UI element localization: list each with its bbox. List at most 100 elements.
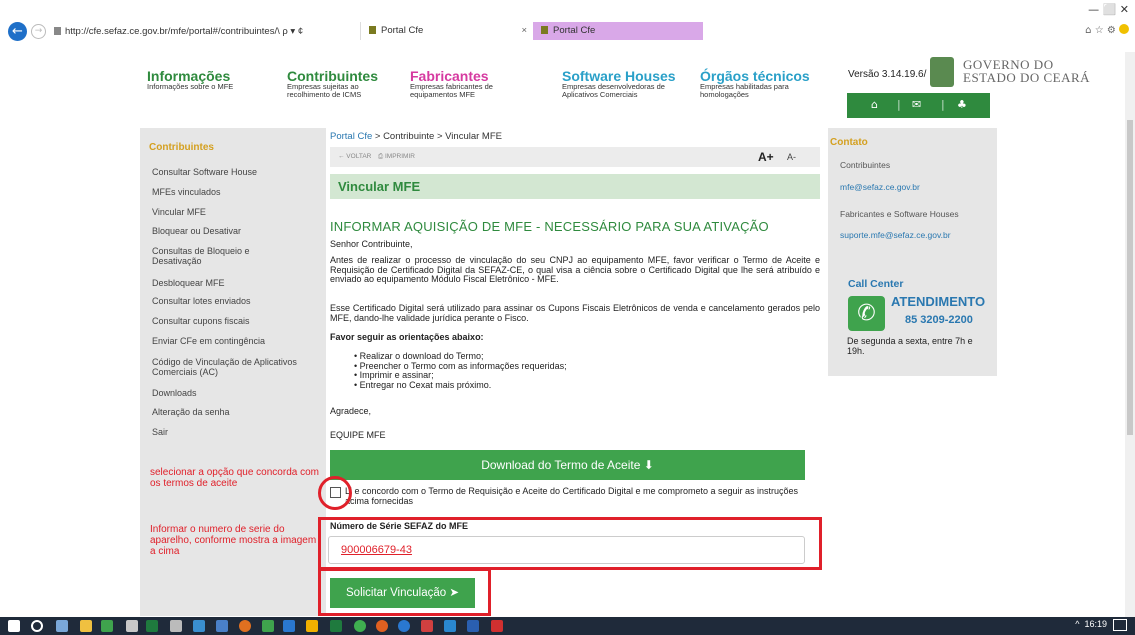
calculator-icon[interactable] [126,620,138,632]
taskview-icon[interactable] [56,620,68,632]
sidebar-item-consultar-cupons[interactable]: Consultar cupons fiscais [152,316,322,326]
thanks-text: Agradece, [330,406,372,416]
forward-arrow-icon[interactable]: → [31,24,46,39]
app-icon[interactable] [398,620,410,632]
pdf-icon[interactable] [491,620,503,632]
mail-icon[interactable]: ✉ [912,98,921,111]
skype-icon[interactable] [444,620,456,632]
tab-close-icon[interactable]: × [521,22,527,40]
nav-subtitle: Empresas sujeitas ao recolhimento de ICM… [287,82,362,99]
nav-fabricantes[interactable]: Fabricantes Empresas fabricantes de equip… [410,69,520,99]
sidebar-item-enviar-cfe-contingencia[interactable]: Enviar CFe em contingência [152,336,322,346]
app-icon[interactable] [262,620,274,632]
font-increase-button[interactable]: A+ [758,150,774,164]
sidebar-item-desbloquear[interactable]: Desbloquear MFE [152,278,322,288]
address-bar[interactable]: http://cfe.sefaz.ce.gov.br/mfe/portal#/c… [50,23,360,40]
annotation-accept-terms: selecionar a opção que concorda com os t… [150,467,319,489]
breadcrumb-portal-link[interactable]: Portal Cfe [330,131,372,142]
app-icon[interactable] [306,620,318,632]
nav-title: Fabricantes [410,68,489,84]
browser-tools[interactable]: ⌂ ☆ ⚙ [1069,24,1129,38]
contribuintes-label: Contribuintes [840,160,891,170]
cortana-search-icon[interactable] [31,620,43,632]
explorer-icon[interactable] [80,620,92,632]
ie-icon[interactable] [283,620,295,632]
feedback-smiley-icon[interactable] [1119,24,1129,34]
notification-icon[interactable] [1113,619,1127,631]
nav-orgaos-tecnicos[interactable]: Órgãos técnicos Empresas habilitadas para… [700,69,820,99]
nav-title: Informações [147,68,231,84]
whatsapp-icon[interactable] [354,620,366,632]
header-toolbar: ⌂ | ✉ | ♣ [847,93,990,118]
home-icon[interactable]: ⌂ [871,98,878,111]
tab-favicon-icon [541,26,548,34]
sidebar-item-sair[interactable]: Sair [152,427,322,437]
tab-portal-cfe-1[interactable]: Portal Cfe × [360,22,533,40]
divider: | [897,98,901,111]
taskbar-clock[interactable]: ^ 16:19 [1075,619,1107,629]
tray-arrow-icon[interactable]: ^ [1075,619,1079,629]
section-heading: INFORMAR AQUISIÇÃO DE MFE - NECESSÁRIO P… [330,219,769,234]
page-icon [54,27,61,35]
excel-icon[interactable] [330,620,342,632]
clock-time: 16:19 [1084,619,1107,629]
favorites-star-icon[interactable]: ☆ [1095,25,1104,36]
sidebar-item-alteracao-senha[interactable]: Alteração da senha [152,407,322,417]
url-controls[interactable]: ρ ▾ ¢ [282,26,303,37]
breadcrumb: Portal Cfe > Contribuinte > Vincular MFE [330,131,502,142]
highlight-checkbox-circle [318,476,352,510]
sidebar-item-bloquear-desativar[interactable]: Bloquear ou Desativar [152,226,322,236]
nav-informacoes[interactable]: Informações Informações sobre o MFE [147,69,297,91]
step-item: • Entregar no Cexat mais próximo. [354,380,492,390]
app-icon[interactable] [216,620,228,632]
windows-start-icon[interactable] [8,620,20,632]
sidebar-item-vincular-mfe[interactable]: Vincular MFE [152,207,322,217]
nav-title: Órgãos técnicos [700,68,810,84]
gov-line2: ESTADO DO CEARÁ [963,70,1091,85]
paragraph-2: Esse Certificado Digital será utilizado … [330,303,820,323]
service-hours: De segunda a sexta, entre 7h e 19h. [847,336,973,356]
excel-icon[interactable] [146,620,158,632]
nav-subtitle: Empresas fabricantes de equipamentos MFE [410,82,493,99]
tab-portal-cfe-2[interactable]: Portal Cfe [533,22,703,40]
divider: | [941,98,945,111]
sidebar-item-consultar-lotes[interactable]: Consultar lotes enviados [152,296,322,306]
firefox-icon[interactable] [239,620,251,632]
sitemap-icon[interactable]: ♣ [957,98,967,111]
nav-software-houses[interactable]: Software Houses Empresas desenvolvedoras … [562,69,692,99]
app-icon[interactable] [193,620,205,632]
phone-icon: ✆ [848,296,885,331]
tool-icon[interactable] [170,620,182,632]
voltar-button[interactable]: ← VOLTAR [338,153,371,160]
sidebar-item-consultar-software-house[interactable]: Consultar Software House [152,167,322,177]
tab-label: Portal Cfe [381,25,424,36]
scrollbar-thumb[interactable] [1127,120,1133,435]
url-text: http://cfe.sefaz.ce.gov.br/mfe/portal#/c… [65,26,280,37]
window-controls[interactable]: — ⬜ ✕ [1029,3,1129,17]
app-icon[interactable] [101,620,113,632]
ceara-emblem-icon [930,57,954,87]
sidebar-item-mfes-vinculados[interactable]: MFEs vinculados [152,187,322,197]
page-title: Vincular MFE [338,179,421,194]
app-icon[interactable] [421,620,433,632]
font-decrease-button[interactable]: A- [787,152,796,162]
annotation-serial-number: Informar o numero de serie do aparelho, … [150,524,317,557]
government-logo: GOVERNO DO ESTADO DO CEARÁ [963,58,1090,84]
fabricantes-email[interactable]: suporte.mfe@sefaz.ce.gov.br [840,230,990,240]
back-arrow-icon[interactable]: ← [8,22,27,41]
sidebar-item-consultas-bloqueio[interactable]: Consultas de Bloqueio e Desativação [152,246,272,266]
sidebar-item-downloads[interactable]: Downloads [152,388,322,398]
highlight-submit-box [318,568,491,616]
contribuintes-email[interactable]: mfe@sefaz.ce.gov.br [840,182,990,192]
app-icon[interactable] [376,620,388,632]
imprimir-button[interactable]: ⎙ IMPRIMIR [378,153,415,161]
callcenter-title: Call Center [848,278,904,290]
nav-contribuintes[interactable]: Contribuintes Empresas sujeitas ao recolh… [287,69,397,99]
step-text: Entregar no Cexat mais próximo. [359,380,492,390]
download-termo-button[interactable]: Download do Termo de Aceite ⬇ [330,450,805,480]
home-icon[interactable]: ⌂ [1085,25,1091,36]
word-icon[interactable] [467,620,479,632]
settings-gear-icon[interactable]: ⚙ [1107,25,1116,36]
sidebar-item-codigo-vinculacao[interactable]: Código de Vinculação de Aplicativos Come… [152,357,312,377]
version-label: Versão 3.14.19.6/ [848,69,927,80]
